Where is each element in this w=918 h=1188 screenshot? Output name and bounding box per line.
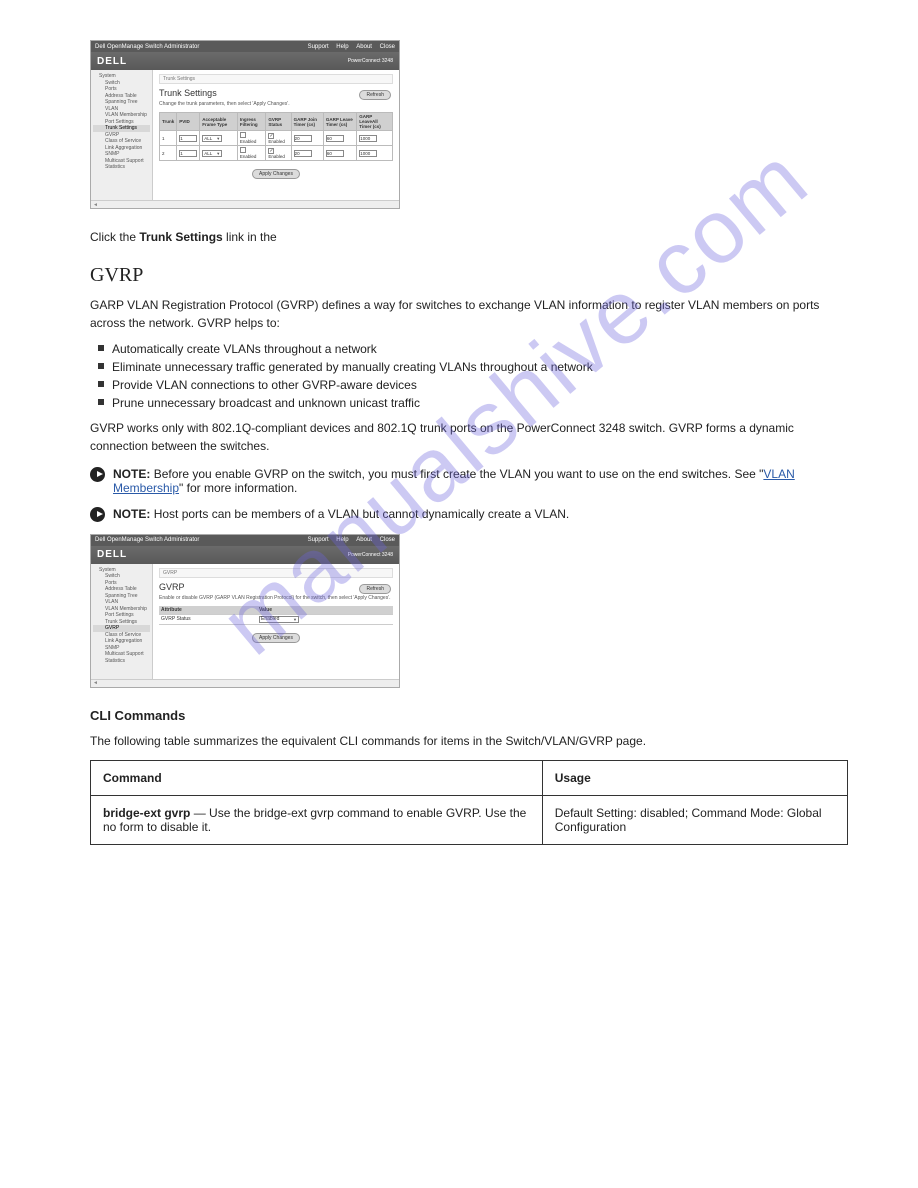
join-input[interactable]: 20 xyxy=(294,150,312,157)
attr-header-name: Attribute xyxy=(159,607,259,613)
list-item: Prune unnecessary broadcast and unknown … xyxy=(98,396,848,410)
page-title: GVRP xyxy=(159,582,393,592)
col-leave: GARP Leave Timer (cs) xyxy=(323,113,356,131)
link-support[interactable]: Support xyxy=(308,537,329,543)
trunk-table: Trunk PVID Acceptable Frame Type Ingress… xyxy=(159,112,393,161)
app-top-links: Support Help About Close xyxy=(302,44,395,50)
gvrp-bullet-list: Automatically create VLANs throughout a … xyxy=(98,342,848,410)
gvrp-para-2: GVRP works only with 802.1Q-compliant de… xyxy=(90,420,848,455)
gvrp-checkbox[interactable] xyxy=(268,133,274,139)
page-desc: Enable or disable GVRP (GARP VLAN Regist… xyxy=(159,595,393,601)
main-panel: Trunk Settings Trunk Settings Refresh Ch… xyxy=(153,70,399,200)
leaveall-input[interactable]: 1000 xyxy=(359,150,377,157)
breadcrumb: GVRP xyxy=(159,568,393,578)
leaveall-input[interactable]: 1000 xyxy=(359,135,377,142)
col-command: Command xyxy=(91,761,543,796)
pvid-input[interactable]: 1 xyxy=(179,150,197,157)
scrollbar[interactable] xyxy=(91,200,399,208)
list-item: Provide VLAN connections to other GVRP-a… xyxy=(98,378,848,392)
note-text: Host ports can be members of a VLAN but … xyxy=(154,507,570,521)
sidebar-item-statistics[interactable]: Statistics xyxy=(93,658,150,665)
col-usage: Usage xyxy=(542,761,847,796)
cell-usage: Default Setting: disabled; Command Mode:… xyxy=(542,796,847,845)
cell-trunk: 1 xyxy=(160,131,177,146)
note-icon xyxy=(90,507,105,522)
pvid-input[interactable]: 1 xyxy=(179,135,197,142)
ingress-checkbox[interactable] xyxy=(240,132,246,138)
apply-changes-button[interactable]: Apply Changes xyxy=(252,169,300,179)
app-title: Dell OpenManage Switch Administrator xyxy=(95,44,199,50)
page-desc: Change the trunk parameters, then select… xyxy=(159,101,393,107)
col-trunk: Trunk xyxy=(160,113,177,131)
link-support[interactable]: Support xyxy=(308,44,329,50)
col-join: GARP Join Timer (cs) xyxy=(291,113,323,131)
sidebar-item-statistics[interactable]: Statistics xyxy=(93,164,150,171)
page-title: Trunk Settings xyxy=(159,88,393,98)
link-close[interactable]: Close xyxy=(380,44,395,50)
link-about[interactable]: About xyxy=(356,44,372,50)
scrollbar[interactable] xyxy=(91,679,399,687)
app-top-links: Support Help About Close xyxy=(302,537,395,543)
refresh-button[interactable]: Refresh xyxy=(359,90,391,100)
main-panel: GVRP GVRP Refresh Enable or disable GVRP… xyxy=(153,564,399,679)
note-text-post: " for more information. xyxy=(179,481,297,495)
body-text-1: Click the Trunk Settings link in the xyxy=(90,229,848,246)
col-aft: Acceptable Frame Type xyxy=(200,113,238,131)
col-ingress: Ingress Filtering xyxy=(237,113,265,131)
note-2: NOTE: Host ports can be members of a VLA… xyxy=(90,507,848,522)
table-row: 2 1 ALL Enabled Enabled 20 60 1000 xyxy=(160,146,393,161)
refresh-button[interactable]: Refresh xyxy=(359,584,391,594)
gvrp-status-select[interactable]: Enabled xyxy=(259,616,299,623)
leave-input[interactable]: 60 xyxy=(326,135,344,142)
sidebar-nav: System Switch Ports Address Table Spanni… xyxy=(91,70,153,200)
cli-intro-text: The following table summarizes the equiv… xyxy=(90,733,848,750)
cli-commands-table: Command Usage bridge-ext gvrp — Use the … xyxy=(90,760,848,845)
breadcrumb: Trunk Settings xyxy=(159,74,393,84)
note-label: NOTE: xyxy=(113,467,150,481)
app-title: Dell OpenManage Switch Administrator xyxy=(95,537,199,543)
heading-gvrp: GVRP xyxy=(90,264,848,287)
link-help[interactable]: Help xyxy=(336,44,348,50)
screenshot-trunk-settings: Dell OpenManage Switch Administrator Sup… xyxy=(90,40,400,209)
col-gvrp-status: GVRP Status xyxy=(266,113,291,131)
join-input[interactable]: 20 xyxy=(294,135,312,142)
aft-select[interactable]: ALL xyxy=(202,135,222,142)
list-item: Automatically create VLANs throughout a … xyxy=(98,342,848,356)
gvrp-intro-text: GARP VLAN Registration Protocol (GVRP) d… xyxy=(90,297,848,332)
ingress-checkbox[interactable] xyxy=(240,147,246,153)
note-label: NOTE: xyxy=(113,507,150,521)
attr-header-value: Value xyxy=(259,607,393,613)
gvrp-checkbox[interactable] xyxy=(268,148,274,154)
screenshot-gvrp: Dell OpenManage Switch Administrator Sup… xyxy=(90,534,400,688)
leave-input[interactable]: 60 xyxy=(326,150,344,157)
product-label: PowerConnect 3248 xyxy=(348,58,393,64)
cell-command: bridge-ext gvrp — Use the bridge-ext gvr… xyxy=(91,796,543,845)
cell-trunk: 2 xyxy=(160,146,177,161)
gvrp-status-label: GVRP Status xyxy=(159,616,259,623)
link-about[interactable]: About xyxy=(356,537,372,543)
table-row: bridge-ext gvrp — Use the bridge-ext gvr… xyxy=(91,796,848,845)
product-label: PowerConnect 3248 xyxy=(348,552,393,558)
link-help[interactable]: Help xyxy=(336,537,348,543)
note-1: NOTE: Before you enable GVRP on the swit… xyxy=(90,467,848,495)
list-item: Eliminate unnecessary traffic generated … xyxy=(98,360,848,374)
document-page: Dell OpenManage Switch Administrator Sup… xyxy=(0,0,918,905)
aft-select[interactable]: ALL xyxy=(202,150,222,157)
note-text: Before you enable GVRP on the switch, yo… xyxy=(154,467,764,481)
note-icon xyxy=(90,467,105,482)
sidebar-nav: System Switch Ports Address Table Spanni… xyxy=(91,564,153,679)
col-pvid: PVID xyxy=(177,113,200,131)
dell-logo: DELL xyxy=(97,56,127,67)
col-leaveall: GARP LeaveAll Timer (cs) xyxy=(357,113,393,131)
link-close[interactable]: Close xyxy=(380,537,395,543)
apply-changes-button[interactable]: Apply Changes xyxy=(252,633,300,643)
table-row: 1 1 ALL Enabled Enabled 20 60 1000 xyxy=(160,131,393,146)
dell-logo: DELL xyxy=(97,549,127,560)
subhead-cli-commands: CLI Commands xyxy=(90,708,848,723)
